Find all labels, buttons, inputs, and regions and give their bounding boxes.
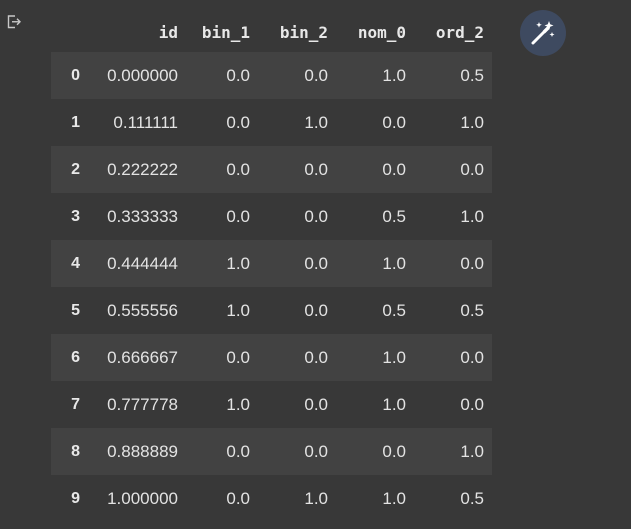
table-cell: 0.0 [226,347,250,367]
row-index: 8 [71,442,80,460]
table-cell: 1.0 [382,394,406,414]
table-cell: 0.555556 [107,300,178,320]
table-cell: 0.0 [460,394,484,414]
magic-wand-button[interactable] [520,10,566,56]
row-index: 9 [71,489,80,507]
row-index: 2 [71,160,80,178]
table-cell: 0.0 [304,347,328,367]
table-row: 4 0.444444 1.0 0.0 1.0 0.0 [51,240,492,287]
table-cell: 0.0 [382,112,406,132]
table-cell: 0.0 [304,253,328,273]
table-row: 3 0.333333 0.0 0.0 0.5 1.0 [51,193,492,240]
table-cell: 0.0 [226,206,250,226]
table-cell: 0.0 [304,159,328,179]
table-cell: 0.5 [460,488,484,508]
table-cell: 0.0 [382,441,406,461]
column-header: id [158,22,178,42]
table-cell: 1.0 [304,112,328,132]
table-cell: 0.0 [226,488,250,508]
table-row: 7 0.777778 1.0 0.0 1.0 0.0 [51,381,492,428]
table-row: 9 1.000000 0.0 1.0 1.0 0.5 [51,475,492,522]
table-cell: 1.0 [382,488,406,508]
table-row: 6 0.666667 0.0 0.0 1.0 0.0 [51,334,492,381]
table-row: 1 0.111111 0.0 1.0 0.0 1.0 [51,99,492,146]
table-cell: 1.0 [382,65,406,85]
table-cell: 0.0 [460,159,484,179]
row-index: 1 [71,113,80,131]
table-cell: 1.0 [226,253,250,273]
table-cell: 0.0 [304,394,328,414]
table-cell: 0.5 [382,206,406,226]
table-cell: 0.888889 [107,441,178,461]
table-cell: 0.222222 [107,159,178,179]
column-header: bin_2 [279,22,328,42]
table-cell: 1.0 [382,347,406,367]
table-cell: 1.0 [460,441,484,461]
table-cell: 0.0 [460,253,484,273]
table-cell: 0.666667 [107,347,178,367]
row-index: 4 [71,254,80,272]
table-row: 8 0.888889 0.0 0.0 0.0 1.0 [51,428,492,475]
table-cell: 1.0 [460,206,484,226]
table-cell: 0.0 [382,159,406,179]
table-cell: 0.111111 [113,112,178,132]
table-cell: 0.444444 [107,253,178,273]
column-header: nom_0 [357,22,406,42]
table-cell: 1.0 [304,488,328,508]
row-index: 3 [71,207,80,225]
table-cell: 0.000000 [107,65,178,85]
table-cell: 1.000000 [107,488,178,508]
table-cell: 0.5 [460,65,484,85]
table-cell: 0.0 [304,300,328,320]
table-cell: 0.0 [226,159,250,179]
table-header-row: id bin_1 bin_2 nom_0 ord_2 [51,12,492,52]
magic-wand-icon [529,19,557,47]
table-cell: 0.0 [460,347,484,367]
dataframe-table: id bin_1 bin_2 nom_0 ord_2 0 0.000000 0.… [51,12,492,522]
column-header: ord_2 [435,22,484,42]
table-cell: 0.0 [226,441,250,461]
table-cell: 0.0 [304,441,328,461]
table-row: 5 0.555556 1.0 0.0 0.5 0.5 [51,287,492,334]
table-cell: 0.0 [226,65,250,85]
table-cell: 0.5 [382,300,406,320]
row-index: 6 [71,348,80,366]
table-cell: 0.333333 [107,206,178,226]
table-cell: 0.5 [460,300,484,320]
row-index: 5 [71,301,80,319]
table-cell: 0.777778 [107,394,178,414]
row-index: 7 [71,395,80,413]
output-redirect-icon[interactable] [6,14,22,30]
table-cell: 0.0 [226,112,250,132]
table-cell: 0.0 [304,65,328,85]
index-header [51,12,86,52]
table-row: 2 0.222222 0.0 0.0 0.0 0.0 [51,146,492,193]
row-index: 0 [71,66,80,84]
table-cell: 1.0 [226,394,250,414]
column-header: bin_1 [201,22,250,42]
table-row: 0 0.000000 0.0 0.0 1.0 0.5 [51,52,492,99]
table-cell: 1.0 [226,300,250,320]
table-cell: 1.0 [382,253,406,273]
table-cell: 0.0 [304,206,328,226]
table-cell: 1.0 [460,112,484,132]
